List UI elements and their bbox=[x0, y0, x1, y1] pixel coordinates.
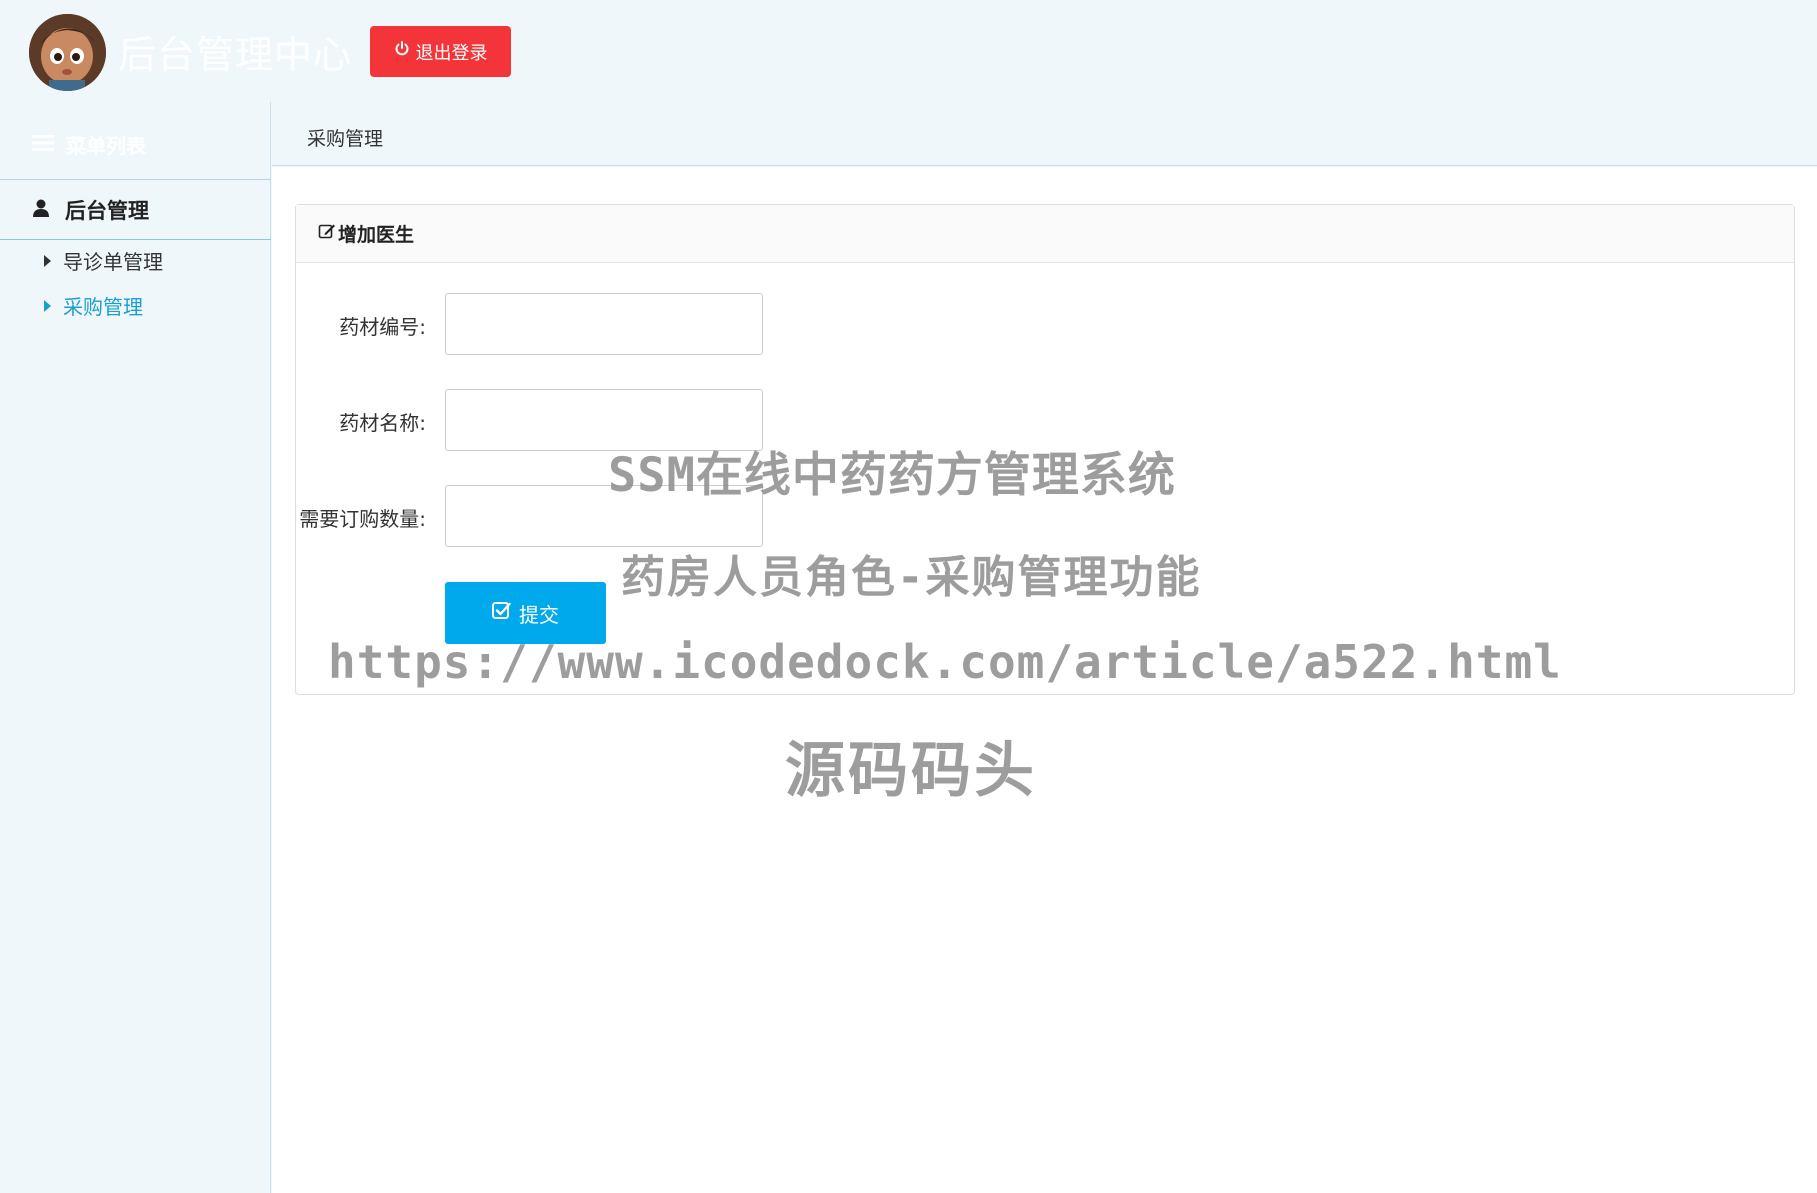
sidebar-group-admin[interactable]: 后台管理 bbox=[0, 180, 271, 240]
submit-label: 提交 bbox=[519, 602, 559, 627]
herb-code-input[interactable] bbox=[445, 293, 763, 355]
herb-name-input[interactable] bbox=[445, 389, 763, 451]
order-quantity-input[interactable] bbox=[445, 485, 763, 547]
logout-label: 退出登录 bbox=[415, 42, 488, 64]
submit-button[interactable]: 提交 bbox=[445, 582, 606, 644]
caret-right-icon bbox=[44, 254, 51, 267]
avatar bbox=[29, 14, 106, 91]
field-label: 药材编号: bbox=[339, 315, 426, 339]
header: 后台管理中心 退出登录 bbox=[0, 0, 1817, 102]
tab-bar: 采购管理 bbox=[272, 102, 1817, 166]
form-row-quantity: 需要订购数量: bbox=[296, 485, 796, 547]
sidebar: 菜单列表 后台管理 导诊单管理 采购管理 bbox=[0, 102, 271, 1193]
sidebar-item-label: 采购管理 bbox=[63, 295, 143, 319]
field-label: 药材名称: bbox=[339, 411, 426, 435]
form-row-code: 药材编号: bbox=[296, 293, 796, 355]
field-label: 需要订购数量: bbox=[299, 507, 426, 531]
main-content: 增加医生 药材编号: 药材名称: 需要订购数量: 提交 bbox=[272, 167, 1817, 1193]
menu-title-label: 菜单列表 bbox=[66, 134, 146, 158]
panel-title: 增加医生 bbox=[338, 224, 415, 246]
panel-heading: 增加医生 bbox=[296, 205, 1794, 263]
sidebar-item-triage[interactable]: 导诊单管理 bbox=[44, 246, 163, 275]
tab-purchase[interactable]: 采购管理 bbox=[307, 124, 383, 151]
check-square-icon bbox=[492, 601, 511, 625]
sidebar-item-label: 导诊单管理 bbox=[63, 250, 163, 274]
site-title: 后台管理中心 bbox=[118, 33, 353, 77]
menu-title: 菜单列表 bbox=[32, 130, 146, 159]
form-panel: 增加医生 药材编号: 药材名称: 需要订购数量: 提交 bbox=[295, 204, 1795, 695]
user-icon bbox=[33, 198, 49, 222]
form-row-name: 药材名称: bbox=[296, 389, 796, 451]
sidebar-item-purchase[interactable]: 采购管理 bbox=[44, 291, 143, 320]
edit-icon bbox=[318, 222, 336, 245]
sidebar-group-label: 后台管理 bbox=[65, 198, 149, 223]
logout-button[interactable]: 退出登录 bbox=[370, 26, 511, 77]
caret-right-icon bbox=[44, 299, 51, 312]
list-icon bbox=[32, 133, 54, 157]
power-icon bbox=[394, 41, 410, 62]
